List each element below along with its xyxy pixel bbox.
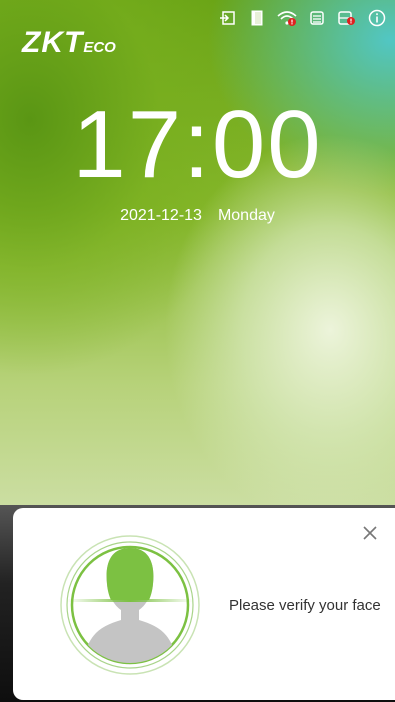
verify-face-message: Please verify your face <box>229 597 381 614</box>
date-row: 2021-12-13 Monday <box>0 207 395 225</box>
database-icon[interactable] <box>337 8 357 28</box>
weekday-text: Monday <box>217 207 275 224</box>
face-verify-card: Please verify your face <box>13 508 395 700</box>
door-icon[interactable] <box>247 8 267 28</box>
date-text: 2021-12-13 <box>120 207 202 224</box>
info-icon[interactable] <box>367 8 387 28</box>
logo-sub-text: eco <box>83 39 116 56</box>
clock-time: 17:00 <box>72 91 323 198</box>
login-icon[interactable] <box>217 8 237 28</box>
close-button[interactable] <box>359 522 381 544</box>
brand-logo: ZKTeco <box>22 26 116 60</box>
printer-icon[interactable] <box>307 8 327 28</box>
status-bar <box>217 8 387 28</box>
logo-main-text: ZKT <box>22 26 84 59</box>
wifi-icon[interactable] <box>277 8 297 28</box>
close-icon <box>363 526 377 540</box>
face-scan-icon <box>60 535 200 675</box>
home-screen: ZKTeco <box>0 0 395 702</box>
